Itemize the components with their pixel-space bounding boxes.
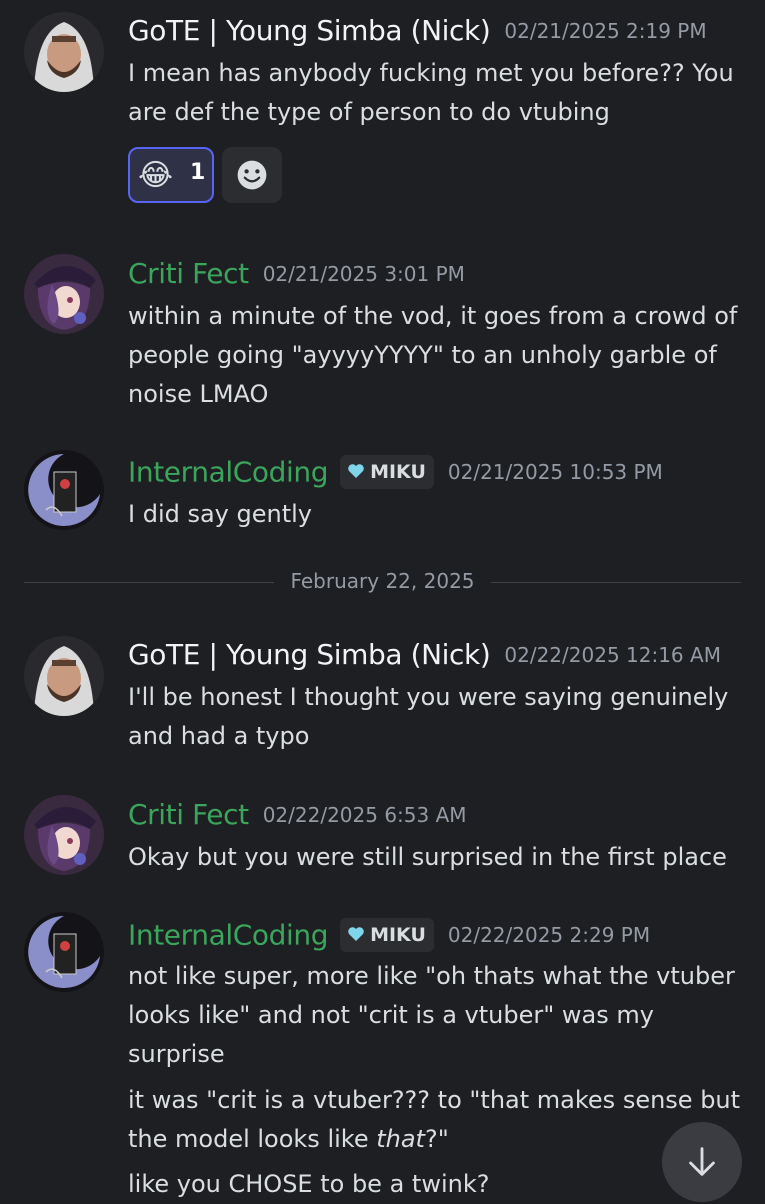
message-text: and had a typo: [128, 722, 310, 750]
timestamp: 02/22/2025 12:16 AM: [504, 642, 721, 667]
author-name[interactable]: GoTE | Young Simba (Nick): [128, 638, 491, 671]
reaction-button[interactable]: 😂 1: [128, 147, 214, 203]
author-name[interactable]: InternalCoding: [128, 919, 328, 952]
role-badge[interactable]: MIKU: [340, 918, 434, 952]
timestamp: 02/22/2025 2:29 PM: [447, 923, 651, 947]
role-badge-label: MIKU: [370, 461, 426, 483]
message-text: I mean has anybody fucking met you befor…: [128, 59, 734, 87]
arrow-down-icon: [689, 1147, 715, 1176]
message-text: Okay but you were still surprised in the…: [128, 843, 727, 871]
avatar[interactable]: [24, 12, 104, 92]
message-text: surprise: [128, 1040, 225, 1068]
message-text: I'll be honest I thought you were saying…: [128, 683, 729, 711]
message-text: noise LMAO: [128, 380, 269, 408]
author-name[interactable]: GoTE | Young Simba (Nick): [128, 14, 491, 47]
avatar[interactable]: [24, 450, 104, 530]
timestamp: 02/21/2025 2:19 PM: [504, 18, 707, 43]
author-name[interactable]: Criti Fect: [128, 257, 249, 290]
message-text: like you CHOSE to be a twink?: [128, 1170, 490, 1198]
scroll-to-bottom-button[interactable]: [662, 1122, 742, 1202]
reaction-count: 1: [190, 160, 206, 185]
smiley-icon: [237, 160, 267, 190]
heart-icon: [348, 927, 364, 941]
text-segment: the model looks like: [128, 1125, 377, 1153]
avatar[interactable]: [24, 912, 104, 992]
role-badge-label: MIKU: [370, 924, 426, 946]
message-text: looks like" and not "crit is a vtuber" w…: [128, 1001, 654, 1029]
timestamp: 02/21/2025 10:53 PM: [447, 460, 663, 484]
heart-icon: [348, 464, 364, 478]
joy-emoji: 😂: [138, 158, 174, 193]
author-name[interactable]: Criti Fect: [128, 798, 249, 831]
date-divider-label: February 22, 2025: [274, 569, 491, 593]
text-segment: ?": [424, 1125, 449, 1153]
message-text: are def the type of person to do vtubing: [128, 98, 610, 126]
author-name[interactable]: InternalCoding: [128, 456, 328, 489]
date-divider: February 22, 2025: [24, 569, 741, 593]
add-reaction-button[interactable]: [222, 147, 282, 203]
message-text: I did say gently: [128, 500, 313, 528]
message-text: not like super, more like "oh thats what…: [128, 962, 735, 990]
timestamp: 02/22/2025 6:53 AM: [262, 802, 467, 827]
avatar[interactable]: [24, 636, 104, 716]
message-text: within a minute of the vod, it goes from…: [128, 302, 738, 330]
avatar[interactable]: [24, 254, 104, 334]
italic-text: that: [376, 1125, 425, 1153]
message-text: the model looks like that?": [128, 1120, 743, 1159]
message-text: it was "crit is a vtuber??? to "that mak…: [128, 1086, 741, 1114]
role-badge[interactable]: MIKU: [340, 455, 434, 489]
timestamp: 02/21/2025 3:01 PM: [262, 261, 465, 286]
message-text: people going "ayyyyYYYY" to an unholy ga…: [128, 341, 717, 369]
avatar[interactable]: [24, 795, 104, 875]
